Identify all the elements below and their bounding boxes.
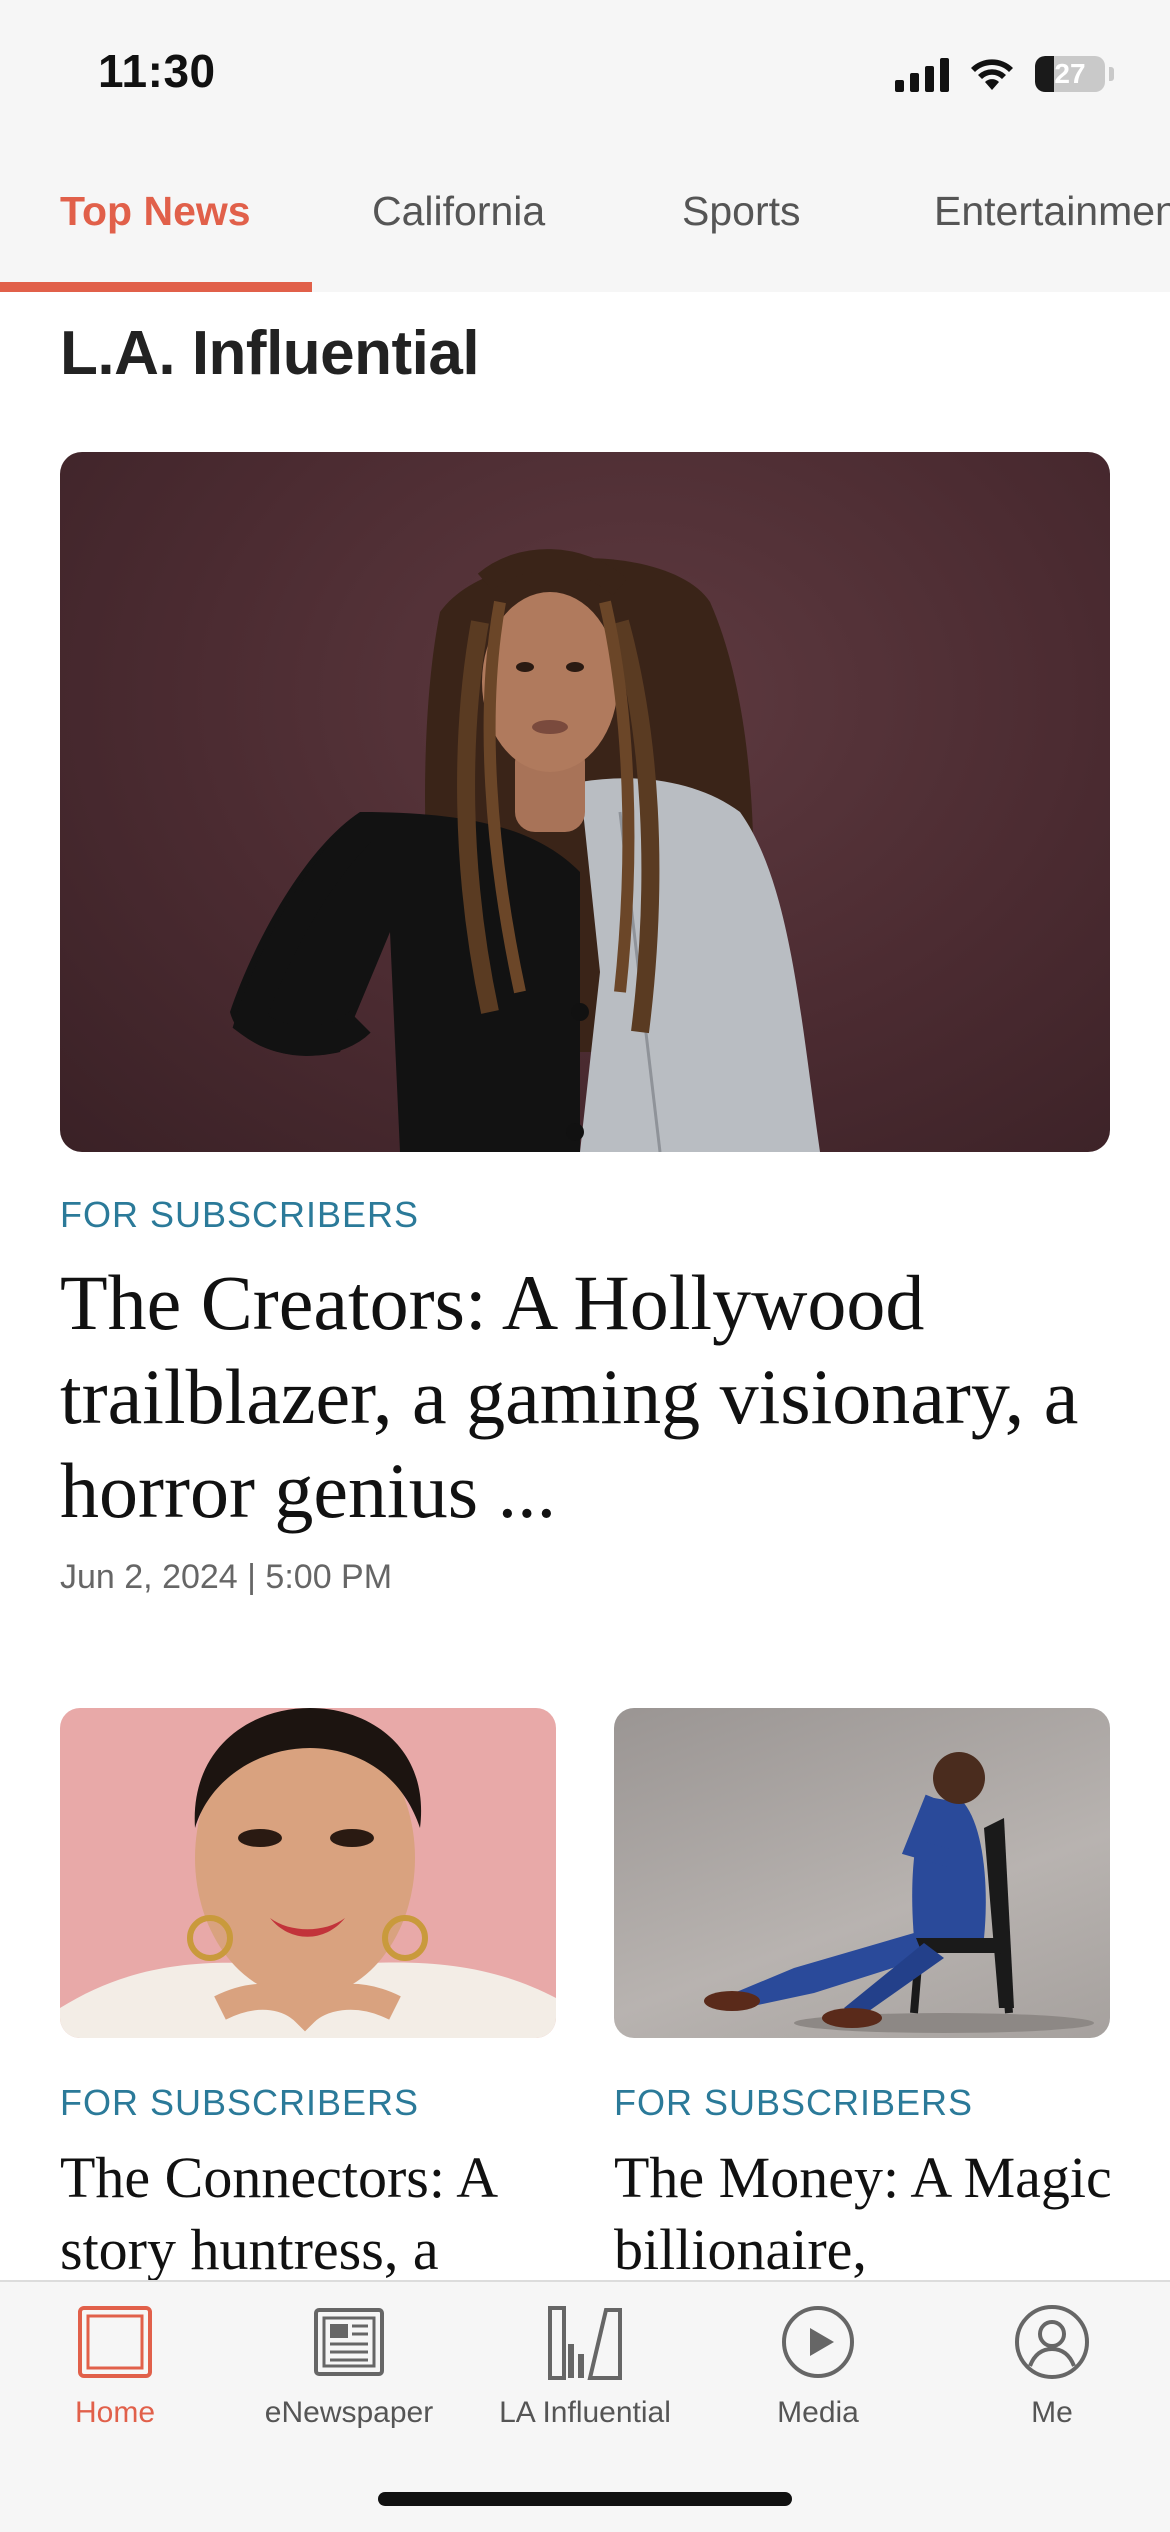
card-image-money[interactable] <box>614 1708 1110 2038</box>
portrait-illustration <box>60 1708 556 2038</box>
lead-story-timestamp: Jun 2, 2024 | 5:00 PM <box>60 1558 393 1596</box>
battery-icon: 27 <box>1035 56 1105 92</box>
profile-icon <box>1012 2302 1092 2382</box>
portrait-illustration <box>704 1752 1094 2033</box>
nav-me-label: Me <box>1031 2396 1073 2429</box>
card-image-connectors[interactable] <box>60 1708 556 2038</box>
card-kicker-connectors: FOR SUBSCRIBERS <box>60 2082 420 2123</box>
section-tabs: Top News California Sports Entertainment <box>0 150 1170 292</box>
card-kicker-money: FOR SUBSCRIBERS <box>614 2082 974 2123</box>
battery-tip <box>1109 67 1114 81</box>
nav-enewspaper[interactable]: eNewspaper <box>234 2302 464 2430</box>
app-screen: 11:30 27 Top News California Sports Ente… <box>0 0 1170 2532</box>
lead-story-headline[interactable]: The Creators: A Hollywood trailblazer, a… <box>60 1256 1120 1538</box>
nav-la-influential-label: LA Influential <box>499 2396 671 2429</box>
nav-enewspaper-label: eNewspaper <box>264 2396 434 2429</box>
tab-california[interactable]: California <box>372 188 545 235</box>
newspaper-icon <box>309 2302 389 2382</box>
tab-entertainment[interactable]: Entertainment <box>934 188 1170 235</box>
status-icons: 27 <box>895 52 1114 96</box>
active-tab-indicator <box>0 282 312 292</box>
section-title: L.A. Influential <box>60 319 480 388</box>
home-icon <box>75 2302 155 2382</box>
nav-me[interactable]: Me <box>937 2302 1167 2430</box>
cellular-signal-icon <box>895 56 949 92</box>
nav-media[interactable]: Media <box>703 2302 933 2430</box>
nav-media-label: Media <box>777 2396 859 2429</box>
lead-story-kicker: FOR SUBSCRIBERS <box>60 1194 420 1235</box>
nav-home[interactable]: Home <box>0 2302 230 2430</box>
status-time: 11:30 <box>98 45 216 97</box>
battery-level: 27 <box>1054 58 1086 89</box>
tab-sports[interactable]: Sports <box>682 188 801 235</box>
card-headline-connectors[interactable]: The Connectors: A story huntress, a <box>60 2142 560 2286</box>
status-bar: 11:30 27 <box>0 0 1170 150</box>
nav-home-label: Home <box>74 2396 156 2429</box>
home-indicator[interactable] <box>378 2492 792 2506</box>
nav-la-influential[interactable]: LA Influential <box>470 2302 700 2430</box>
wifi-icon <box>969 56 1015 92</box>
play-icon <box>778 2302 858 2382</box>
lead-story-image[interactable] <box>60 452 1110 1152</box>
portrait-illustration <box>230 549 820 1152</box>
la-influential-icon <box>545 2302 625 2382</box>
card-headline-money[interactable]: The Money: A Magic billionaire, <box>614 2142 1114 2286</box>
tab-top-news[interactable]: Top News <box>60 188 251 235</box>
